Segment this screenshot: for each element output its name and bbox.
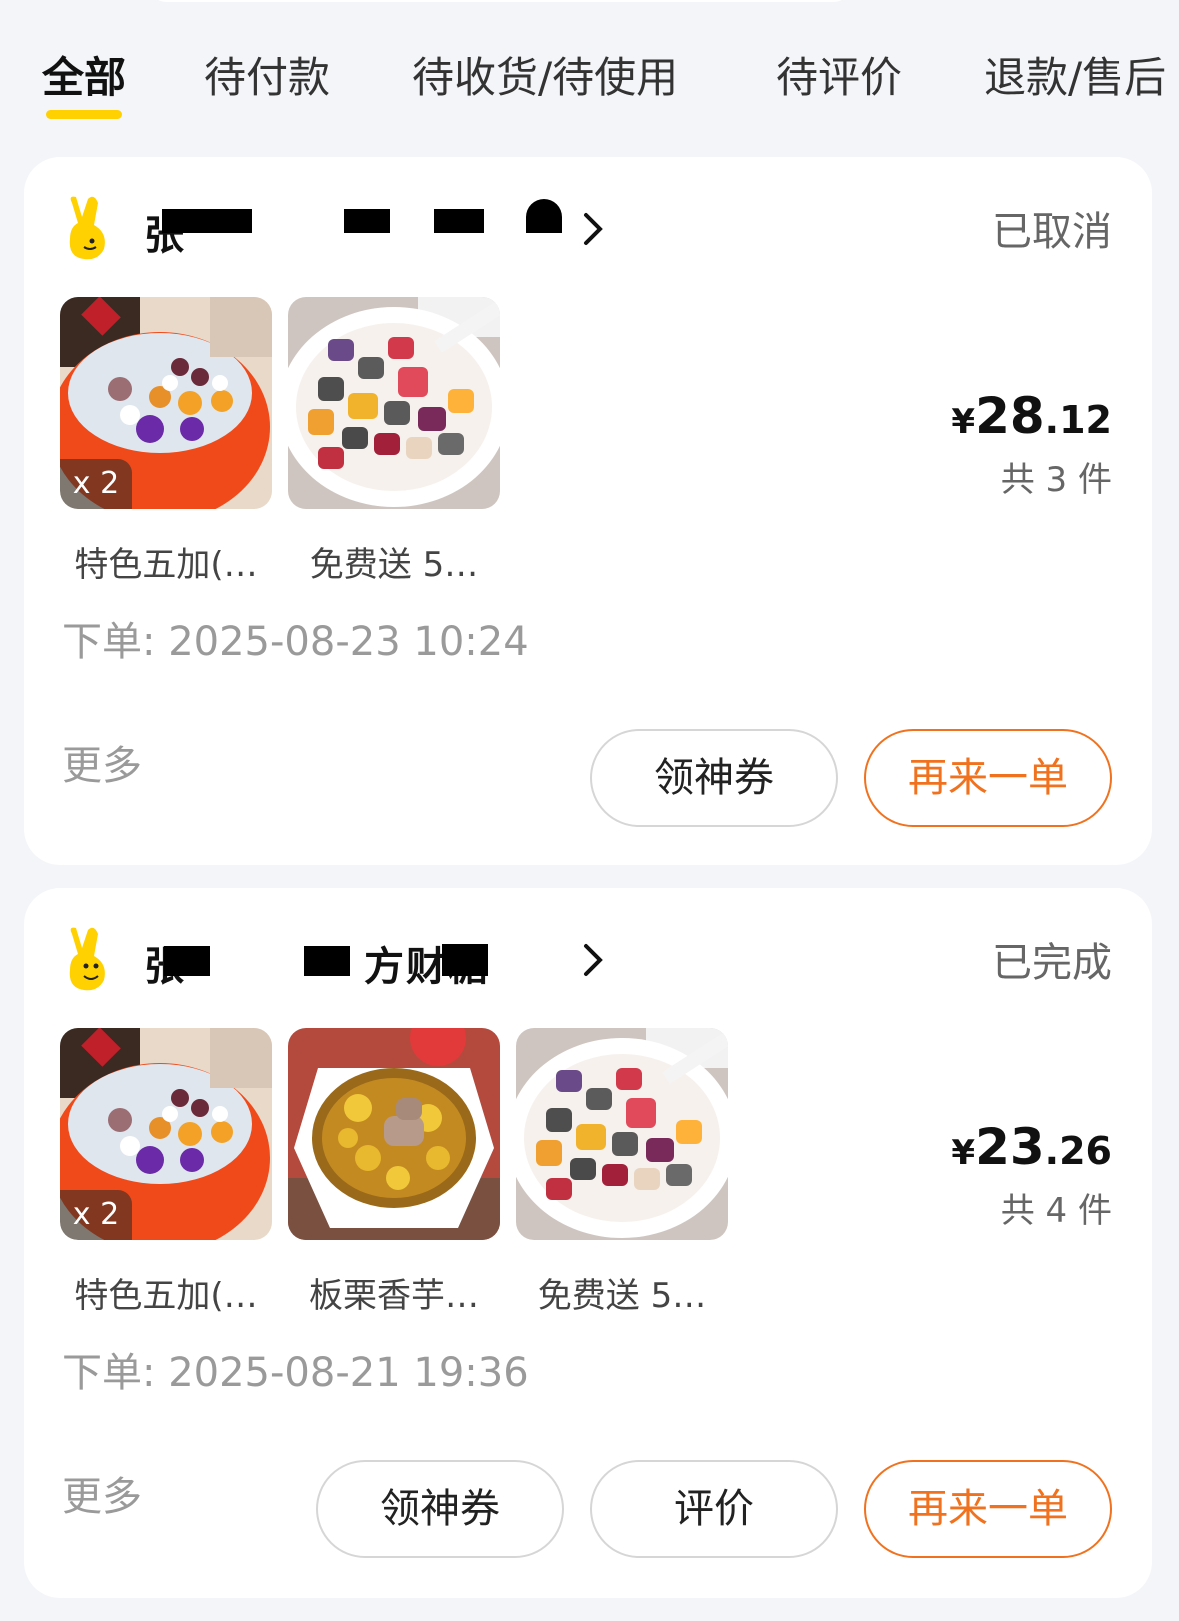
redaction bbox=[526, 199, 562, 233]
tab-pending-receipt[interactable]: 待收货/待使用 bbox=[412, 50, 678, 106]
tab-label: 全部 bbox=[42, 53, 127, 102]
redaction bbox=[442, 944, 488, 976]
redaction bbox=[434, 209, 484, 233]
item-name: 免费送 5… bbox=[309, 545, 479, 585]
item-name: 特色五加(… bbox=[74, 1276, 258, 1316]
shop-header[interactable]: 张 方财糖 bbox=[64, 926, 764, 996]
get-coupon-button[interactable]: 领神券 bbox=[316, 1460, 564, 1558]
get-coupon-button[interactable]: 领神券 bbox=[590, 729, 838, 827]
item-name: 板栗香芋… bbox=[309, 1276, 479, 1316]
item-name: 特色五加(… bbox=[74, 545, 258, 585]
order-card[interactable]: 张 已取消 x 2 特色五加(… 免费送 5… ¥28.12 共 3 件 下单:… bbox=[24, 157, 1152, 865]
currency-symbol: ¥ bbox=[951, 1133, 976, 1173]
price-decimal: .26 bbox=[1044, 1129, 1112, 1173]
item-thumbnail[interactable] bbox=[516, 1028, 728, 1240]
tab-active-indicator bbox=[46, 110, 123, 119]
price-integer: 23 bbox=[975, 1118, 1045, 1176]
shop-logo-icon bbox=[69, 196, 105, 260]
order-price: ¥23.26 bbox=[951, 1118, 1112, 1176]
item-count: 共 3 件 bbox=[1000, 460, 1112, 500]
taro-ball-bowl-image bbox=[288, 297, 500, 509]
chevron-right-icon bbox=[584, 944, 603, 976]
reorder-button[interactable]: 再来一单 bbox=[864, 1460, 1112, 1558]
tab-all[interactable]: 全部 bbox=[42, 50, 127, 119]
order-price: ¥28.12 bbox=[951, 387, 1112, 445]
taro-ball-bowl-image bbox=[516, 1028, 728, 1240]
chevron-right-icon bbox=[584, 213, 603, 245]
more-button[interactable]: 更多 bbox=[62, 1464, 142, 1522]
redaction bbox=[304, 946, 350, 976]
quantity-badge: x 2 bbox=[60, 459, 132, 509]
order-tabs: 全部 待付款 待收货/待使用 待评价 退款/售后 bbox=[0, 50, 1179, 130]
shop-logo-icon bbox=[69, 927, 105, 991]
currency-symbol: ¥ bbox=[951, 402, 976, 442]
tab-pending-review[interactable]: 待评价 bbox=[776, 50, 902, 106]
shop-header[interactable]: 张 bbox=[64, 195, 764, 265]
item-thumbnail[interactable]: x 2 bbox=[60, 1028, 272, 1240]
item-thumbnail[interactable]: x 2 bbox=[60, 297, 272, 509]
tab-refund[interactable]: 退款/售后 bbox=[984, 50, 1166, 106]
tab-pending-payment[interactable]: 待付款 bbox=[204, 50, 330, 106]
item-thumbnail[interactable] bbox=[288, 297, 500, 509]
item-count: 共 4 件 bbox=[1000, 1191, 1112, 1231]
order-time: 下单: 2025-08-23 10:24 bbox=[62, 619, 529, 665]
price-integer: 28 bbox=[975, 387, 1045, 445]
price-decimal: .12 bbox=[1044, 398, 1112, 442]
item-thumbnail[interactable] bbox=[288, 1028, 500, 1240]
order-time: 下单: 2025-08-21 19:36 bbox=[62, 1350, 529, 1396]
order-status: 已完成 bbox=[992, 940, 1112, 986]
more-button[interactable]: 更多 bbox=[62, 733, 142, 791]
chestnut-soup-image bbox=[288, 1028, 500, 1240]
order-status: 已取消 bbox=[992, 209, 1112, 255]
order-card[interactable]: 张 方财糖 已完成 x 2 bbox=[24, 888, 1152, 1598]
item-name: 免费送 5… bbox=[537, 1276, 707, 1316]
redaction bbox=[164, 946, 210, 976]
reorder-button[interactable]: 再来一单 bbox=[864, 729, 1112, 827]
review-button[interactable]: 评价 bbox=[590, 1460, 838, 1558]
search-bar-edge bbox=[150, 0, 850, 2]
quantity-badge: x 2 bbox=[60, 1190, 132, 1240]
redaction bbox=[162, 209, 252, 233]
redaction bbox=[344, 209, 390, 233]
